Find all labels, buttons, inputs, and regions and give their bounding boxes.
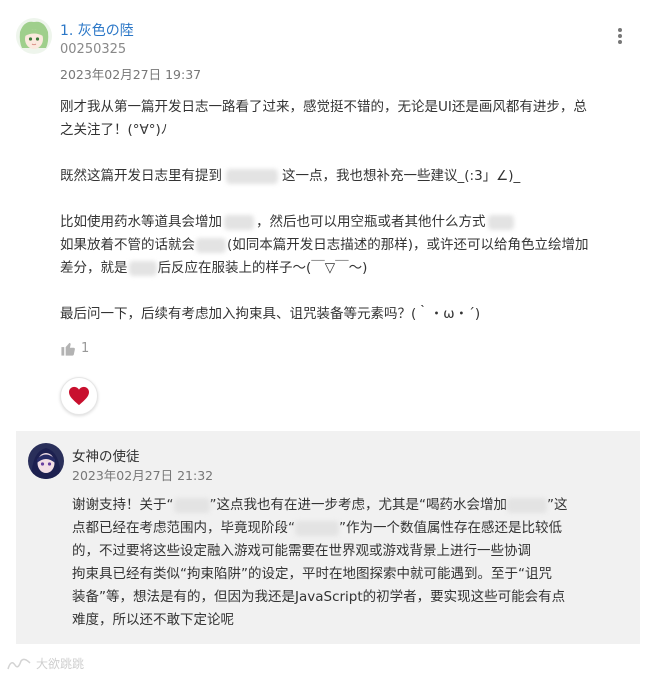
comment-text-line: 既然这篇开发日志里有提到 这一点，我也想补充一些建议_(:3」∠)_ (60, 168, 521, 184)
more-vertical-icon[interactable] (611, 26, 629, 48)
watermark-text: 大欲跳跳 (36, 657, 85, 671)
watermark: 大欲跳跳 (6, 655, 84, 672)
thumbs-up-icon (61, 342, 75, 356)
redacted-text (295, 520, 339, 536)
comment-text-line: 刚才我从第一篇开发日志一路看了过来，感觉挺不错的，无论是UI还是画风都有进步，总 (60, 99, 587, 115)
comment-text-line: 差分，就是 后反应在服装上的样子～(￣▽￣～) (60, 260, 368, 276)
redacted-text (173, 497, 210, 513)
heart-reaction-button[interactable] (60, 377, 98, 415)
like-count: 1 (81, 341, 90, 356)
redacted-text (196, 237, 226, 253)
reply-text-line: 点都已经在考虑范围内，毕竟现阶段“ ”作为一个数值属性存在感还是比较低 (72, 520, 562, 536)
like-button[interactable]: 1 (60, 340, 89, 357)
comment-body: 刚才我从第一篇开发日志一路看了过来，感觉挺不错的，无论是UI还是画风都有进步，总… (60, 96, 645, 326)
reply-text-line: 装备”等，想法是有的，但因为我还是JavaScript的初学者，要实现这些可能会… (72, 589, 566, 605)
reply-text-line: 拘束具已经有类似“拘束陷阱”的设定，平时在地图探索中就可能遇到。至于“诅咒 (72, 566, 552, 582)
reply-avatar[interactable] (28, 443, 64, 479)
comment-timestamp: 2023年02月27日 19:37 (60, 67, 202, 82)
comment-text-line: 之关注了！(°∀°)ﾉ (60, 122, 168, 138)
redacted-text (507, 497, 547, 513)
comment-text-line: 最后问一下，后续有考虑加入拘束具、诅咒装备等元素吗？(｀・ω・´) (60, 306, 481, 322)
reply-text-line: 的，不过要将这些设定融入游戏可能需要在世界观或游戏背景上进行一些协调 (72, 543, 531, 559)
redacted-text (487, 214, 514, 230)
heart-icon (69, 386, 89, 406)
comment-author-name[interactable]: 1. 灰色の陸 (60, 20, 134, 40)
comment-text-line: 比如使用药水等道具会增加 ，然后也可以用空瓶或者其他什么方式 (60, 211, 645, 234)
reply-author-name[interactable]: 女神の使徒 (72, 445, 140, 465)
reply-timestamp: 2023年02月27日 21:32 (72, 468, 214, 483)
redacted-text (226, 168, 278, 184)
comment-text-line: 如果放着不管的话就会 (如同本篇开发日志描述的那样)，或许还可以给角色立绘增加 (60, 237, 589, 253)
reply-box: 女神の使徒 2023年02月27日 21:32 谢谢支持！关于“ ”这点我也有在进… (16, 431, 640, 644)
reply-text-line: 谢谢支持！关于“ ”这点我也有在进一步考虑，尤其是“喝药水会增加 ”这 (72, 497, 568, 513)
user-avatar[interactable] (16, 18, 52, 54)
comment-author-id: 00250325 (60, 42, 127, 57)
reply-text-line: 难度，所以还不敢下定论呢 (72, 612, 234, 628)
watermark-logo-icon (7, 658, 31, 669)
reply-body: 谢谢支持！关于“ ”这点我也有在进一步考虑，尤其是“喝药水会增加 ”这 点都已经在考… (72, 494, 628, 632)
redacted-text (224, 214, 254, 230)
redacted-text (128, 260, 157, 276)
